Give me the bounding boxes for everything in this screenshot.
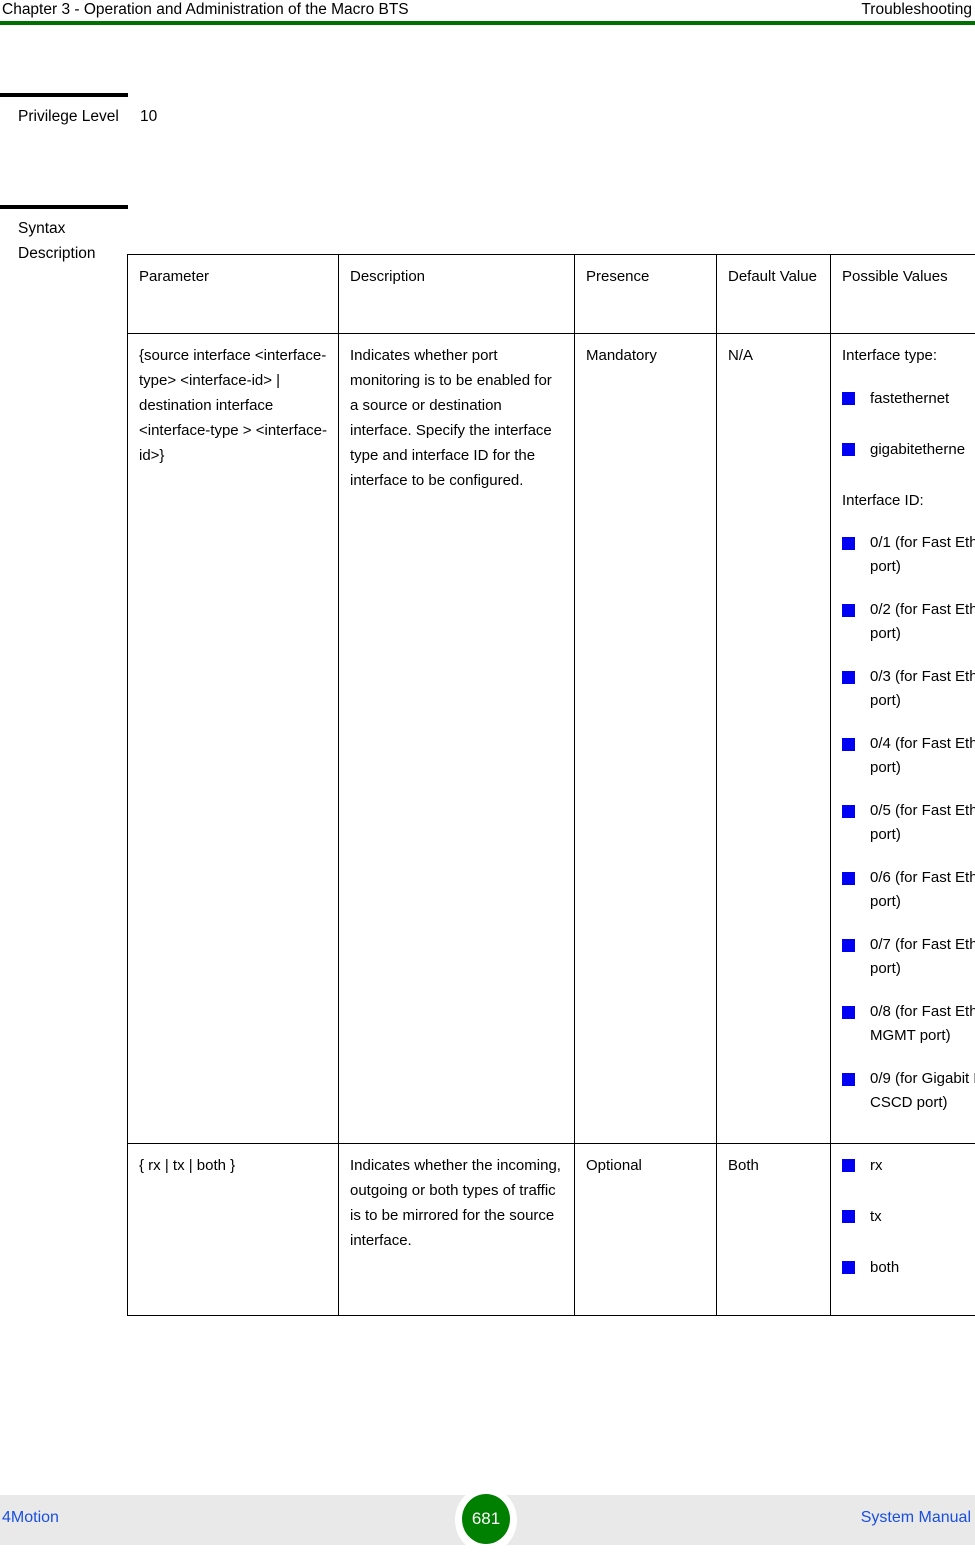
square-bullet-icon bbox=[842, 537, 855, 550]
cell-possible-values: rx tx both bbox=[831, 1144, 975, 1316]
list-item-label: fastethernet bbox=[870, 390, 949, 407]
column-header-possible-values: Possible Values bbox=[831, 255, 975, 334]
column-header-default-value: Default Value bbox=[717, 255, 831, 334]
privilege-level-value: 10 bbox=[140, 104, 157, 129]
cell-description: Indicates whether port monitoring is to … bbox=[339, 334, 575, 1144]
list-item: gigabitetherne bbox=[842, 437, 975, 462]
square-bullet-icon bbox=[842, 1159, 855, 1172]
square-bullet-icon bbox=[842, 738, 855, 751]
square-bullet-icon bbox=[842, 671, 855, 684]
cell-presence: Mandatory bbox=[575, 334, 717, 1144]
list-item-label: 0/9 (for Gigabit Ethernet CSCD port) bbox=[870, 1070, 975, 1111]
list-item: 0/7 (for Fast Ethernet AU 7 port) bbox=[842, 933, 975, 981]
list-item: both bbox=[842, 1255, 975, 1280]
square-bullet-icon bbox=[842, 939, 855, 952]
column-header-parameter: Parameter bbox=[128, 255, 339, 334]
list-item-label: rx bbox=[870, 1157, 883, 1174]
interface-id-heading: Interface ID: bbox=[842, 488, 975, 513]
list-item-label: gigabitetherne bbox=[870, 441, 965, 458]
cell-possible-values: Interface type: fastethernet gigabitether… bbox=[831, 334, 975, 1144]
square-bullet-icon bbox=[842, 443, 855, 456]
interface-type-heading: Interface type: bbox=[842, 343, 975, 368]
header-chapter-title: Chapter 3 - Operation and Administration… bbox=[2, 0, 409, 19]
column-header-description: Description bbox=[339, 255, 575, 334]
list-item: rx bbox=[842, 1153, 975, 1178]
square-bullet-icon bbox=[842, 1261, 855, 1274]
list-item: 0/3 (for Fast Ethernet AU 3 port) bbox=[842, 665, 975, 713]
traffic-direction-list: rx tx both bbox=[842, 1153, 975, 1280]
cell-parameter: {source interface <interface-type> <inte… bbox=[128, 334, 339, 1144]
table-row: {source interface <interface-type> <inte… bbox=[128, 334, 975, 1144]
page-number-badge: 681 bbox=[462, 1494, 510, 1544]
square-bullet-icon bbox=[842, 1073, 855, 1086]
list-item: 0/5 (for Fast Ethernet AU 5 port) bbox=[842, 799, 975, 847]
square-bullet-icon bbox=[842, 805, 855, 818]
list-item-label: 0/6 (for Fast Ethernet AU 6 port) bbox=[870, 869, 975, 910]
list-item-label: tx bbox=[870, 1208, 882, 1225]
list-item-label: 0/7 (for Fast Ethernet AU 7 port) bbox=[870, 936, 975, 977]
list-item: 0/2 (for Fast Ethernet AU 2 port) bbox=[842, 598, 975, 646]
header-divider-rule bbox=[0, 21, 975, 25]
page-footer: 4Motion 681 System Manual bbox=[0, 1495, 975, 1545]
table-header: Parameter Description Presence Default V… bbox=[128, 255, 975, 334]
list-item-label: 0/3 (for Fast Ethernet AU 3 port) bbox=[870, 668, 975, 709]
list-item-label: 0/4 (for Fast Ethernet AU 4 port) bbox=[870, 735, 975, 776]
table-body: {source interface <interface-type> <inte… bbox=[128, 334, 975, 1316]
privilege-level-label: Privilege Level bbox=[18, 104, 128, 129]
list-item-label: both bbox=[870, 1259, 899, 1276]
syntax-description-label: Syntax Description bbox=[18, 216, 128, 266]
cell-parameter: { rx | tx | both } bbox=[128, 1144, 339, 1316]
syntax-description-table: Parameter Description Presence Default V… bbox=[127, 254, 975, 1316]
interface-type-list: fastethernet gigabitetherne bbox=[842, 386, 975, 462]
square-bullet-icon bbox=[842, 604, 855, 617]
syntax-section-rule bbox=[0, 205, 128, 209]
square-bullet-icon bbox=[842, 872, 855, 885]
interface-id-list: 0/1 (for Fast Ethernet AU 1 port) 0/2 (fo… bbox=[842, 531, 975, 1115]
list-item-label: 0/2 (for Fast Ethernet AU 2 port) bbox=[870, 601, 975, 642]
cell-default-value: Both bbox=[717, 1144, 831, 1316]
cell-presence: Optional bbox=[575, 1144, 717, 1316]
list-item: fastethernet bbox=[842, 386, 975, 411]
header-section-title: Troubleshooting bbox=[861, 0, 972, 19]
table-row: { rx | tx | both } Indicates whether the… bbox=[128, 1144, 975, 1316]
footer-manual-name: System Manual bbox=[861, 1507, 971, 1529]
cell-description: Indicates whether the incoming, outgoing… bbox=[339, 1144, 575, 1316]
table-header-row: Parameter Description Presence Default V… bbox=[128, 255, 975, 334]
privilege-section-rule bbox=[0, 93, 128, 97]
list-item: 0/1 (for Fast Ethernet AU 1 port) bbox=[842, 531, 975, 579]
footer-product-name: 4Motion bbox=[2, 1507, 59, 1529]
list-item: 0/6 (for Fast Ethernet AU 6 port) bbox=[842, 866, 975, 914]
list-item: 0/8 (for Fast Ethernet MGMT port) bbox=[842, 1000, 975, 1048]
column-header-presence: Presence bbox=[575, 255, 717, 334]
square-bullet-icon bbox=[842, 1210, 855, 1223]
list-item-label: 0/8 (for Fast Ethernet MGMT port) bbox=[870, 1003, 975, 1044]
square-bullet-icon bbox=[842, 1006, 855, 1019]
list-item-label: 0/1 (for Fast Ethernet AU 1 port) bbox=[870, 534, 975, 575]
cell-default-value: N/A bbox=[717, 334, 831, 1144]
list-item: 0/9 (for Gigabit Ethernet CSCD port) bbox=[842, 1067, 975, 1115]
list-item: 0/4 (for Fast Ethernet AU 4 port) bbox=[842, 732, 975, 780]
list-item: tx bbox=[842, 1204, 975, 1229]
list-item-label: 0/5 (for Fast Ethernet AU 5 port) bbox=[870, 802, 975, 843]
square-bullet-icon bbox=[842, 392, 855, 405]
